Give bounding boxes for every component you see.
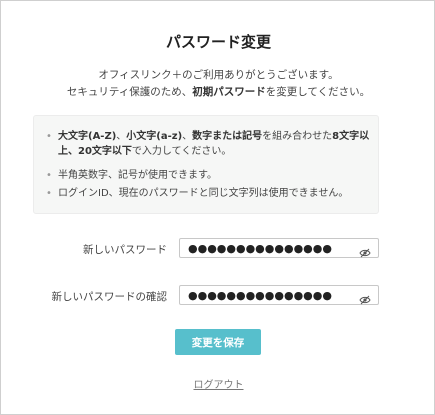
bullet-icon: • (46, 170, 52, 181)
bullet-icon: • (46, 131, 52, 142)
confirm-password-value: ●●●●●●●●●●●●●●● (188, 289, 332, 302)
intro-line-1: オフィスリンク＋のご利用ありがとうございます。 (98, 69, 339, 81)
eye-slash-icon[interactable] (359, 243, 371, 262)
new-password-value: ●●●●●●●●●●●●●●● (188, 242, 332, 255)
rule-item: • 大文字(A-Z)、小文字(a-z)、数字または記号を組み合わせた8文字以上、2… (46, 129, 372, 159)
rule-fragment: 半角英数字、記号が使用できます。 (58, 170, 217, 181)
rule-emphasis: 数字または記号 (192, 131, 263, 142)
rule-emphasis: 大文字(A-Z) (58, 131, 117, 142)
intro-line-2-start: セキュリティ保護のため、 (66, 86, 193, 98)
save-button[interactable]: 変更を保存 (175, 329, 261, 355)
rule-text: 大文字(A-Z)、小文字(a-z)、数字または記号を組み合わせた8文字以上、20… (46, 129, 372, 159)
rule-text: 半角英数字、記号が使用できます。 (46, 168, 372, 183)
new-password-field[interactable]: ●●●●●●●●●●●●●●● (179, 238, 379, 258)
confirm-password-field[interactable]: ●●●●●●●●●●●●●●● (179, 285, 379, 305)
rule-fragment: ログインID、現在のパスワードと同じ文字列は使用できません。 (58, 188, 349, 199)
rule-fragment: を組み合わせた (262, 131, 333, 142)
rule-item: • ログインID、現在のパスワードと同じ文字列は使用できません。 (46, 186, 372, 201)
rule-item: • 半角英数字、記号が使用できます。 (46, 168, 372, 183)
rule-fragment: 、 (182, 131, 193, 142)
password-rules-box: • 大文字(A-Z)、小文字(a-z)、数字または記号を組み合わせた8文字以上、2… (33, 115, 379, 214)
rule-text: ログインID、現在のパスワードと同じ文字列は使用できません。 (46, 186, 372, 201)
rule-fragment: で入力してください。 (131, 146, 232, 157)
logout-link[interactable]: ログアウト (194, 380, 244, 391)
intro-emphasis: 初期パスワード (192, 86, 266, 98)
rule-emphasis: 小文字(a-z) (126, 131, 183, 142)
bullet-icon: • (46, 188, 52, 199)
confirm-password-label: 新しいパスワードの確認 (51, 291, 168, 303)
new-password-label: 新しいパスワード (83, 244, 167, 256)
intro-line-2-end: を変更してください。 (265, 86, 371, 98)
eye-slash-icon[interactable] (359, 290, 371, 309)
intro-text: オフィスリンク＋のご利用ありがとうございます。 セキュリティ保護のため、初期パス… (1, 67, 435, 101)
intro-line-2: セキュリティ保護のため、初期パスワードを変更してください。 (1, 84, 435, 101)
logout-container: ログアウト (1, 373, 435, 392)
rule-fragment: 、 (116, 131, 127, 142)
password-change-panel: パスワード変更 オフィスリンク＋のご利用ありがとうございます。 セキュリティ保護… (0, 0, 435, 415)
page-title: パスワード変更 (165, 33, 271, 51)
